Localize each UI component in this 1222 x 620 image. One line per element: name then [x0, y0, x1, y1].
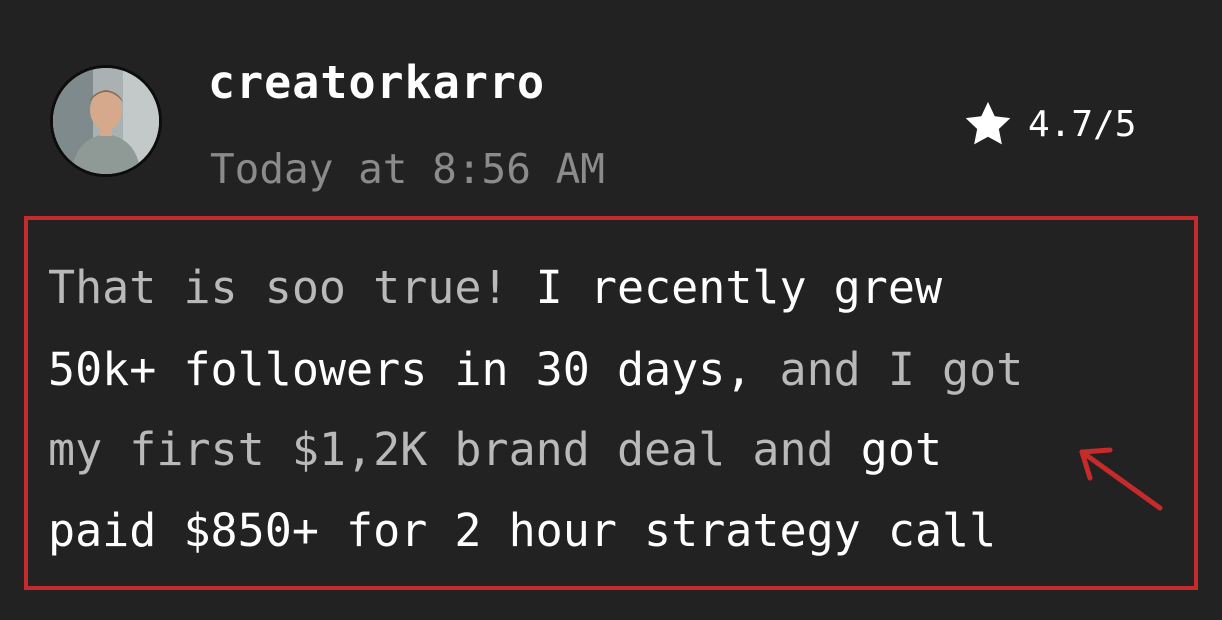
- comment-line-4: paid $850+ for 2 hour strategy call: [48, 508, 996, 553]
- comment-text-dim: and I got: [779, 343, 1024, 396]
- comment-text-bright: 50k+ followers in 30 days,: [48, 343, 780, 396]
- arrow-annotation-icon: [1079, 447, 1163, 511]
- rating: 4.7/5: [962, 98, 1136, 150]
- comment-text-bright: I recently grew: [535, 261, 943, 314]
- avatar[interactable]: [50, 65, 162, 177]
- profile-photo-icon: [53, 68, 159, 174]
- username[interactable]: creatorkarro: [208, 56, 545, 109]
- comment-text-bright: paid $850+ for 2 hour strategy call: [48, 504, 997, 557]
- comment-line-3: my first $1,2K brand deal and got: [48, 427, 942, 472]
- comment-line-1: That is soo true! I recently grew: [48, 265, 942, 310]
- comment-text-bright: got: [860, 423, 943, 476]
- comment-line-2: 50k+ followers in 30 days, and I got: [48, 347, 1023, 392]
- rating-value: 4.7/5: [1028, 103, 1137, 145]
- post-timestamp: Today at 8:56 AM: [210, 145, 605, 193]
- star-icon: [965, 101, 1011, 145]
- comment-text-dim: my first $1,2K brand deal and: [48, 423, 861, 476]
- comment-text-dim: That is soo true!: [48, 261, 536, 314]
